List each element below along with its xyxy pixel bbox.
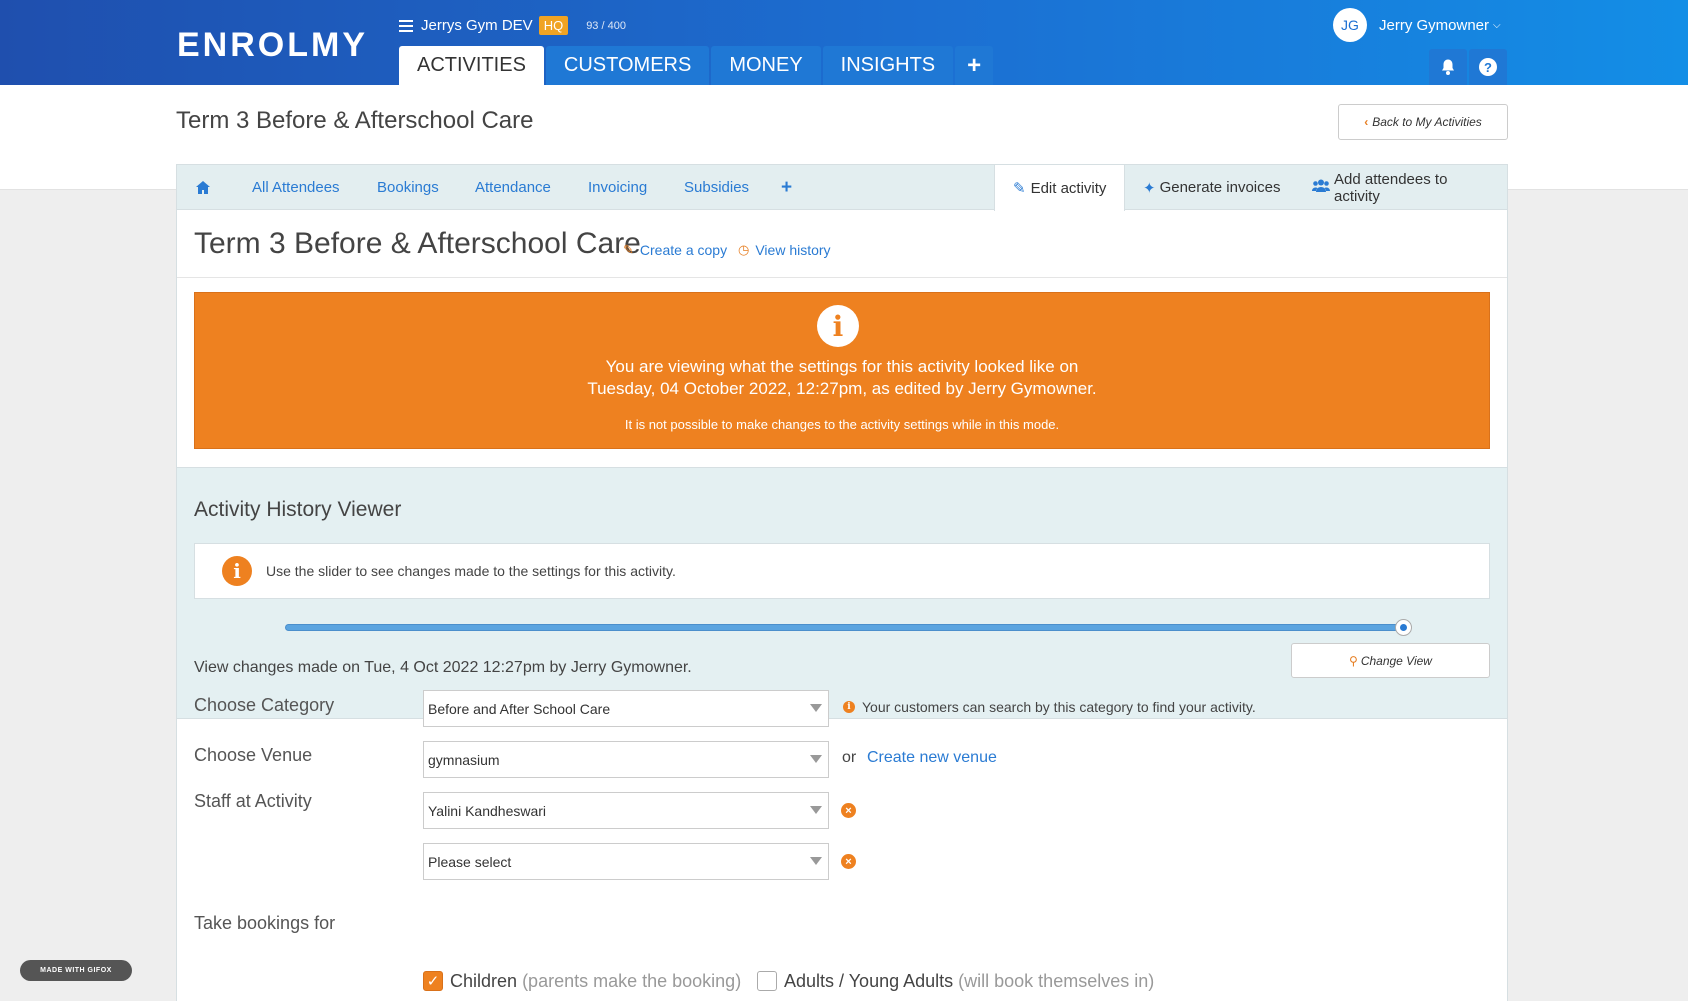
tab-activities[interactable]: ACTIVITIES [399, 46, 544, 85]
create-new-venue-link[interactable]: Create new venue [867, 749, 997, 767]
chevron-down-icon [810, 704, 822, 712]
category-label: Choose Category [194, 695, 335, 715]
staff-value-1: Yalini Kandheswari [428, 802, 547, 819]
alert-note: It is not possible to make changes to th… [624, 417, 1060, 432]
subnav-bookings[interactable]: Bookings [377, 165, 439, 210]
info-icon: i [222, 556, 252, 586]
add-attendees-tab[interactable]: Add attendees to activity [1294, 165, 1507, 210]
tab-money[interactable]: MONEY [711, 46, 821, 85]
hq-badge: HQ [538, 16, 569, 35]
staff-label: Staff at Activity [194, 791, 312, 811]
venue-select[interactable]: gymnasium [423, 741, 829, 778]
back-button-label: Back to My Activities [1372, 115, 1482, 129]
top-bar: ENROLMY Jerrys Gym DEV HQ 93 / 400 ACTIV… [0, 0, 1688, 85]
history-title: Activity History Viewer [194, 498, 402, 521]
chevron-down-icon [810, 755, 822, 763]
children-label: Children [450, 971, 518, 991]
edit-activity-label: Edit activity [1030, 179, 1107, 197]
back-to-activities-button[interactable]: ‹ Back to My Activities [1338, 104, 1508, 140]
subnav-all-attendees[interactable]: All Attendees [252, 165, 340, 210]
category-hint: i Your customers can search by this cate… [843, 699, 1256, 715]
main-nav: ACTIVITIES CUSTOMERS MONEY INSIGHTS + [399, 46, 995, 85]
children-note: (parents make the booking) [522, 971, 742, 991]
adults-note: (will book themselves in) [958, 971, 1155, 991]
user-menu[interactable]: JG Jerry Gymowner ⌵ [1333, 8, 1501, 42]
view-history-link[interactable]: ◷ View history [738, 242, 831, 258]
category-value: Before and After School Care [428, 700, 611, 717]
category-hint-text: Your customers can search by this catego… [862, 699, 1256, 715]
gifox-watermark: MADE WITH GIFOX [20, 960, 132, 981]
notifications-bell-icon[interactable] [1429, 49, 1467, 85]
children-option-label: Children (parents make the booking) [450, 971, 741, 992]
tab-insights[interactable]: INSIGHTS [822, 46, 954, 85]
subnav-add-plus-icon[interactable]: + [781, 165, 792, 210]
adults-checkbox[interactable] [757, 971, 777, 991]
activity-subnav: All Attendees Bookings Attendance Invoic… [177, 165, 1507, 211]
history-slider-handle[interactable] [1395, 619, 1412, 636]
pencil-icon: ✎ [1013, 180, 1026, 197]
chevron-down-icon [810, 857, 822, 865]
hamburger-menu-icon[interactable] [399, 17, 413, 35]
avatar[interactable]: JG [1333, 8, 1367, 42]
subnav-invoicing[interactable]: Invoicing [588, 165, 647, 210]
history-mode-alert: i You are viewing what the settings for … [194, 292, 1490, 449]
edit-activity-tab[interactable]: ✎ Edit activity [994, 165, 1126, 211]
chevron-down-icon [810, 806, 822, 814]
chevron-down-icon[interactable]: ⌵ [1493, 20, 1501, 31]
view-changes-text: View changes made on Tue, 4 Oct 2022 12:… [194, 659, 692, 676]
clock-icon: ◷ [738, 242, 750, 257]
generate-invoices-label: Generate invoices [1159, 179, 1281, 196]
activity-card: All Attendees Bookings Attendance Invoic… [176, 164, 1508, 1001]
view-history-label: View history [755, 242, 831, 258]
info-icon: i [817, 305, 859, 347]
or-text: or [842, 749, 857, 766]
enrolmy-logo[interactable]: ENROLMY [177, 26, 368, 65]
tab-customers[interactable]: CUSTOMERS [545, 46, 710, 85]
user-name[interactable]: Jerry Gymowner [1379, 17, 1489, 34]
home-icon[interactable] [196, 165, 210, 210]
org-name: Jerrys Gym DEV [421, 17, 533, 34]
top-icons: ? [1429, 49, 1509, 85]
users-group-icon [1312, 179, 1330, 196]
history-info-text: Use the slider to see changes made to th… [266, 563, 676, 579]
generate-invoices-tab[interactable]: ✦ Generate invoices [1125, 165, 1298, 210]
activity-title: Term 3 Before & Afterschool Care [194, 227, 641, 260]
info-icon: i [843, 701, 855, 713]
category-select[interactable]: Before and After School Care [423, 690, 829, 727]
magic-wand-icon: ✦ [1143, 179, 1156, 197]
divider [177, 277, 1507, 278]
activity-history-viewer: Activity History Viewer i Use the slider… [177, 467, 1507, 719]
children-checkbox[interactable]: ✓ [423, 971, 443, 991]
staff-select-1[interactable]: Yalini Kandheswari [423, 792, 829, 829]
add-tab-plus-icon[interactable]: + [955, 46, 994, 85]
remove-staff-icon[interactable]: × [841, 803, 856, 818]
help-circle: ? [1479, 58, 1497, 76]
search-icon: ⚲ [1349, 653, 1358, 668]
remove-staff-icon[interactable]: × [841, 854, 856, 869]
venue-label: Choose Venue [194, 745, 313, 765]
change-view-label: Change View [1360, 653, 1432, 668]
org-switcher[interactable]: Jerrys Gym DEV HQ 93 / 400 [399, 16, 626, 35]
add-attendees-label: Add attendees to activity [1334, 170, 1448, 205]
pencil-icon: ✎ [623, 242, 634, 257]
venue-value: gymnasium [428, 751, 500, 768]
history-info-box: i Use the slider to see changes made to … [194, 543, 1490, 599]
chevron-left-icon: ‹ [1364, 115, 1369, 129]
bookings-label: Take bookings for [194, 913, 336, 933]
subnav-attendance[interactable]: Attendance [475, 165, 551, 210]
adults-label: Adults / Young Adults [784, 971, 954, 991]
activity-count: 93 / 400 [586, 19, 626, 32]
help-icon[interactable]: ? [1469, 49, 1507, 85]
history-slider-track[interactable] [285, 624, 1402, 631]
change-view-button[interactable]: ⚲ Change View [1291, 643, 1490, 678]
adults-option-label: Adults / Young Adults (will book themsel… [784, 971, 1154, 992]
page-title: Term 3 Before & Afterschool Care [176, 107, 534, 134]
create-copy-link[interactable]: ✎ Create a copy [623, 242, 727, 258]
staff-value-2: Please select [428, 853, 512, 870]
create-copy-label: Create a copy [639, 242, 728, 258]
subnav-subsidies[interactable]: Subsidies [684, 165, 749, 210]
staff-select-2[interactable]: Please select [423, 843, 829, 880]
alert-line-2: Tuesday, 04 October 2022, 12:27pm, as ed… [587, 379, 1097, 398]
alert-line-1: You are viewing what the settings for th… [605, 357, 1079, 376]
